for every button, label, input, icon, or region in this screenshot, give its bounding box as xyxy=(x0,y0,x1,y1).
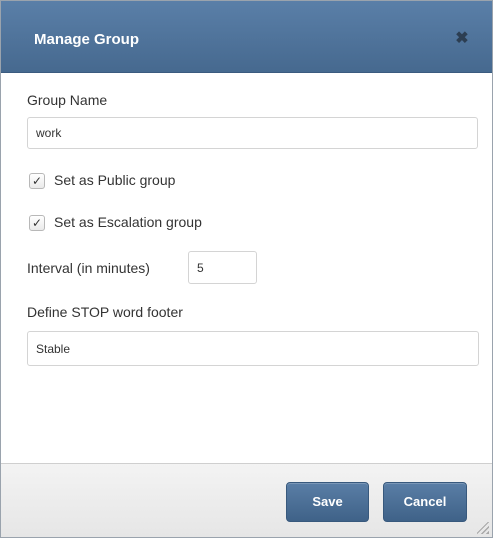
dialog-footer: Save Cancel xyxy=(1,463,492,537)
public-group-checkbox[interactable]: ✓ xyxy=(29,173,45,189)
group-name-input[interactable] xyxy=(27,117,478,149)
escalation-group-label: Set as Escalation group xyxy=(54,214,202,230)
dialog-title: Manage Group xyxy=(34,31,140,48)
close-icon[interactable]: ✖ xyxy=(454,31,470,47)
resize-grip-icon[interactable] xyxy=(477,522,489,534)
interval-label: Interval (in minutes) xyxy=(27,260,150,276)
stop-word-footer-label: Define STOP word footer xyxy=(27,304,183,320)
escalation-group-checkbox[interactable]: ✓ xyxy=(29,215,45,231)
manage-group-dialog: Manage Group ✖ Group Name ✓ Set as Publi… xyxy=(0,0,493,538)
interval-input[interactable] xyxy=(188,251,257,284)
stop-word-footer-input[interactable] xyxy=(27,331,479,366)
cancel-button[interactable]: Cancel xyxy=(383,482,467,522)
save-button[interactable]: Save xyxy=(286,482,369,522)
group-name-label: Group Name xyxy=(27,92,108,108)
public-group-label: Set as Public group xyxy=(54,172,176,188)
dialog-header: Manage Group ✖ xyxy=(1,1,492,73)
